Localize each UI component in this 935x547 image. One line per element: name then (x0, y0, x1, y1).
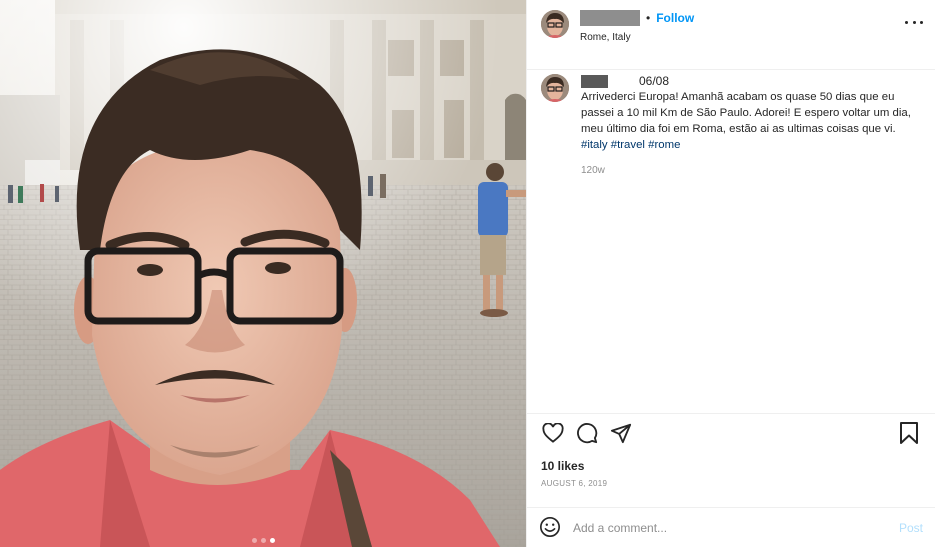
more-options-icon[interactable] (905, 14, 923, 30)
comment-input[interactable] (573, 520, 899, 535)
instagram-post: • Follow Rome, Italy 06/08 Arrivederci E… (0, 0, 935, 547)
likes-count[interactable]: 10 likes (527, 451, 935, 473)
heart-icon[interactable] (541, 421, 565, 445)
hashtag-link[interactable]: #italy (581, 139, 608, 151)
carousel-dot-active[interactable] (269, 538, 275, 543)
paper-plane-icon[interactable] (609, 421, 633, 445)
action-bar (527, 413, 935, 451)
comments-section: 06/08 Arrivederci Europa! Amanhã acabam … (527, 70, 935, 413)
caption: 06/08 Arrivederci Europa! Amanhã acabam … (541, 74, 921, 176)
caption-text: Arrivederci Europa! Amanhã acabam os qua… (581, 91, 911, 135)
add-comment-bar: Post (527, 507, 935, 547)
hashtag-link[interactable]: #rome (648, 139, 680, 151)
hashtag-link[interactable]: #travel (611, 139, 645, 151)
author-avatar[interactable] (541, 10, 569, 38)
posted-date[interactable]: AUGUST 6, 2019 (527, 479, 935, 507)
caption-time-ago[interactable]: 120w (581, 165, 921, 176)
location-link[interactable]: Rome, Italy (580, 32, 694, 43)
username-redacted[interactable] (580, 9, 640, 26)
carousel-indicator (0, 538, 526, 543)
post-comment-button[interactable]: Post (899, 521, 923, 535)
caption-date: 06/08 (639, 74, 670, 88)
carousel-dot[interactable] (251, 538, 257, 543)
bookmark-icon[interactable] (899, 422, 921, 446)
selfie-image (0, 0, 526, 547)
comment-bubble-icon[interactable] (575, 421, 599, 445)
caption-avatar[interactable] (541, 74, 569, 102)
separator-dot: • (646, 10, 651, 25)
post-photo[interactable] (0, 0, 526, 547)
carousel-dot[interactable] (260, 538, 266, 543)
emoji-icon[interactable] (539, 516, 563, 540)
hashtags: #italy #travel #rome (581, 137, 921, 153)
caption-username-redacted[interactable] (581, 74, 608, 88)
post-sidebar: • Follow Rome, Italy 06/08 Arrivederci E… (526, 0, 935, 547)
post-header: • Follow Rome, Italy (527, 0, 935, 70)
follow-button[interactable]: Follow (656, 11, 694, 25)
